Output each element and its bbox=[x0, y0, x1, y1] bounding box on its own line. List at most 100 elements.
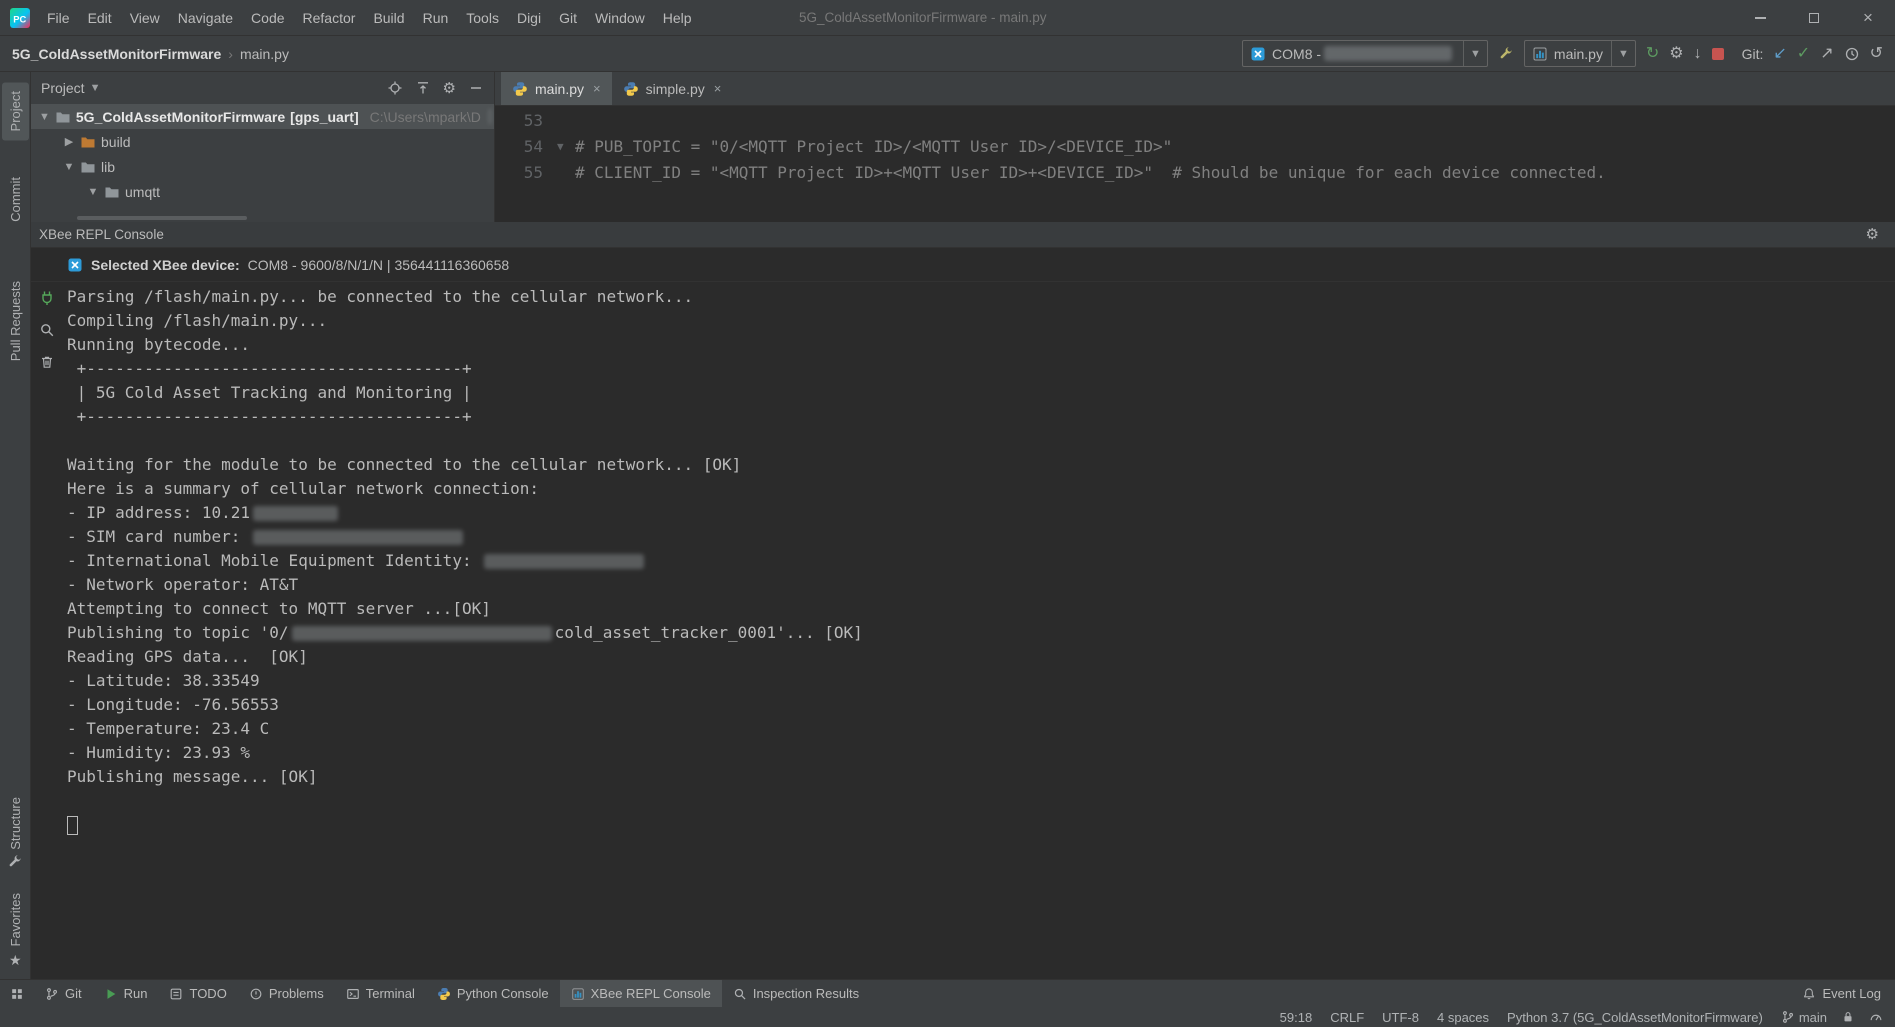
toolwindow-terminal[interactable]: Terminal bbox=[335, 980, 426, 1007]
menu-item-digi[interactable]: Digi bbox=[508, 10, 550, 26]
window-title: 5G_ColdAssetMonitorFirmware - main.py bbox=[799, 10, 1047, 25]
find-icon[interactable] bbox=[39, 322, 55, 338]
toolwindow-todo[interactable]: TODO bbox=[158, 980, 237, 1007]
console-line bbox=[67, 429, 1895, 453]
commit-icon[interactable]: ✓ bbox=[1797, 46, 1810, 62]
toolwindow-run[interactable]: Run bbox=[93, 980, 159, 1007]
tree-expand-icon[interactable]: ▼ bbox=[39, 111, 50, 123]
python-icon bbox=[623, 81, 639, 97]
maximize-button[interactable] bbox=[1787, 0, 1841, 36]
tree-item-lib[interactable]: ▼lib bbox=[31, 154, 494, 179]
memory-indicator-icon[interactable] bbox=[1869, 1010, 1883, 1024]
toolwindow-inspection-results[interactable]: Inspection Results bbox=[722, 980, 870, 1007]
status-python-3-7-5g-coldassetmonitorfirmware-[interactable]: Python 3.7 (5G_ColdAssetMonitorFirmware) bbox=[1507, 1010, 1763, 1025]
hide-panel-icon[interactable] bbox=[468, 80, 484, 96]
horizontal-scrollbar[interactable] bbox=[77, 216, 247, 220]
project-title[interactable]: Project bbox=[41, 80, 85, 96]
toolwindow-git[interactable]: Git bbox=[34, 980, 93, 1007]
status-59-18[interactable]: 59:18 bbox=[1280, 1010, 1313, 1025]
menu-item-window[interactable]: Window bbox=[586, 10, 654, 26]
close-icon[interactable]: × bbox=[714, 81, 722, 96]
tree-expand-icon[interactable]: ▼ bbox=[87, 186, 99, 198]
push-icon[interactable]: ↗ bbox=[1820, 46, 1833, 62]
menu-item-tools[interactable]: Tools bbox=[457, 10, 508, 26]
breadcrumb-project[interactable]: 5G_ColdAssetMonitorFirmware bbox=[12, 46, 221, 62]
download-to-device-icon[interactable]: ↓ bbox=[1694, 46, 1702, 62]
stripe-item-pull-requests[interactable]: Pull Requests bbox=[2, 272, 29, 370]
menu-item-view[interactable]: View bbox=[121, 10, 169, 26]
stop-icon[interactable] bbox=[1712, 48, 1724, 60]
run-config-selector[interactable]: main.py ▼ bbox=[1524, 40, 1636, 67]
tab-main-py[interactable]: main.py × bbox=[501, 72, 612, 105]
rollback-icon[interactable]: ↺ bbox=[1870, 46, 1883, 62]
console-text: Publishing message... [OK] bbox=[67, 767, 317, 786]
clear-console-icon[interactable] bbox=[39, 354, 55, 370]
tab-simple-py[interactable]: simple.py× bbox=[612, 72, 733, 105]
menu-item-build[interactable]: Build bbox=[364, 10, 413, 26]
stripe-item-favorites[interactable]: Favorites bbox=[2, 884, 29, 955]
device-selector[interactable]: COM8 - ▼ bbox=[1242, 40, 1488, 67]
breadcrumb-file[interactable]: main.py bbox=[240, 46, 289, 62]
minimize-button[interactable] bbox=[1733, 0, 1787, 36]
console-header: XBee REPL Console ⚙ bbox=[31, 222, 1895, 248]
history-icon[interactable] bbox=[1844, 46, 1860, 62]
toolwindow-problems[interactable]: Problems bbox=[238, 980, 335, 1007]
menu-item-file[interactable]: File bbox=[38, 10, 79, 26]
bars-icon bbox=[571, 987, 585, 1001]
toolwindow-label: TODO bbox=[189, 986, 226, 1001]
console-text: Attempting to connect to MQTT server ...… bbox=[67, 599, 491, 618]
rerun-icon[interactable]: ↻ bbox=[1646, 46, 1659, 62]
menu-item-edit[interactable]: Edit bbox=[79, 10, 121, 26]
status-4-spaces[interactable]: 4 spaces bbox=[1437, 1010, 1489, 1025]
status-crlf[interactable]: CRLF bbox=[1330, 1010, 1364, 1025]
locate-file-icon[interactable] bbox=[387, 80, 403, 96]
console-settings-gear-icon[interactable]: ⚙ bbox=[1866, 227, 1879, 242]
tree-item-umqtt[interactable]: ▼ umqtt bbox=[31, 179, 494, 204]
chevron-down-icon[interactable]: ▼ bbox=[90, 82, 101, 94]
tree-item-label: umqtt bbox=[125, 184, 160, 200]
problems-icon bbox=[249, 987, 263, 1001]
menu-item-refactor[interactable]: Refactor bbox=[294, 10, 365, 26]
wrench-icon[interactable] bbox=[1498, 46, 1514, 62]
tree-item-build[interactable]: ▶build bbox=[31, 129, 494, 154]
settings-gear-icon[interactable]: ⚙ bbox=[1669, 46, 1683, 62]
tree-expand-icon[interactable]: ▶ bbox=[63, 135, 75, 148]
stripe-item-commit[interactable]: Commit bbox=[2, 168, 29, 231]
console-output[interactable]: Parsing /flash/main.py... be connected t… bbox=[31, 282, 1895, 837]
menu-item-help[interactable]: Help bbox=[654, 10, 701, 26]
tree-expand-icon[interactable]: ▼ bbox=[63, 161, 75, 173]
menu-item-run[interactable]: Run bbox=[414, 10, 458, 26]
console-text: - SIM card number: bbox=[67, 527, 250, 546]
event-log-button[interactable]: Event Log bbox=[1802, 986, 1881, 1001]
redacted-text bbox=[484, 554, 644, 569]
code-text: # PUB_TOPIC = "0/<MQTT Project ID>/<MQTT… bbox=[575, 134, 1172, 160]
quick-access-icon[interactable] bbox=[10, 987, 24, 1001]
lock-icon[interactable] bbox=[1841, 1010, 1855, 1024]
menu-item-git[interactable]: Git bbox=[550, 10, 586, 26]
redacted-device-name bbox=[1324, 46, 1452, 61]
stripe-item-project[interactable]: Project bbox=[2, 82, 29, 140]
console-line: Reading GPS data... [OK] bbox=[67, 645, 1895, 669]
settings-gear-icon[interactable]: ⚙ bbox=[443, 81, 456, 96]
toolwindow-python-console[interactable]: Python Console bbox=[426, 980, 560, 1007]
close-icon[interactable]: × bbox=[593, 81, 601, 96]
editor-lines[interactable]: 5354▼# PUB_TOPIC = "0/<MQTT Project ID>/… bbox=[495, 106, 1895, 186]
close-button[interactable]: × bbox=[1841, 0, 1895, 36]
console-line: Here is a summary of cellular network co… bbox=[67, 477, 1895, 501]
tree-item-root[interactable]: ▼ 5G_ColdAssetMonitorFirmware [gps_uart]… bbox=[31, 104, 494, 129]
status-utf-8[interactable]: UTF-8 bbox=[1382, 1010, 1419, 1025]
collapse-all-icon[interactable] bbox=[415, 80, 431, 96]
console-text: Here is a summary of cellular network co… bbox=[67, 479, 539, 498]
stripe-item-structure[interactable]: Structure bbox=[2, 788, 29, 859]
console-line: - Longitude: -76.56553 bbox=[67, 693, 1895, 717]
update-project-icon[interactable]: ↙ bbox=[1773, 46, 1786, 62]
git-branch-widget[interactable]: main bbox=[1781, 1010, 1827, 1025]
menu-item-navigate[interactable]: Navigate bbox=[169, 10, 242, 26]
chevron-down-icon[interactable]: ▼ bbox=[1463, 41, 1487, 66]
menu-item-code[interactable]: Code bbox=[242, 10, 293, 26]
editor-area: main.py×simple.py× 5354▼# PUB_TOPIC = "0… bbox=[495, 72, 1895, 222]
tab-label: main.py bbox=[535, 81, 584, 97]
chevron-down-icon[interactable]: ▼ bbox=[1611, 41, 1635, 66]
toolwindow-xbee-repl-console[interactable]: XBee REPL Console bbox=[560, 980, 722, 1007]
connect-icon[interactable] bbox=[39, 290, 55, 306]
